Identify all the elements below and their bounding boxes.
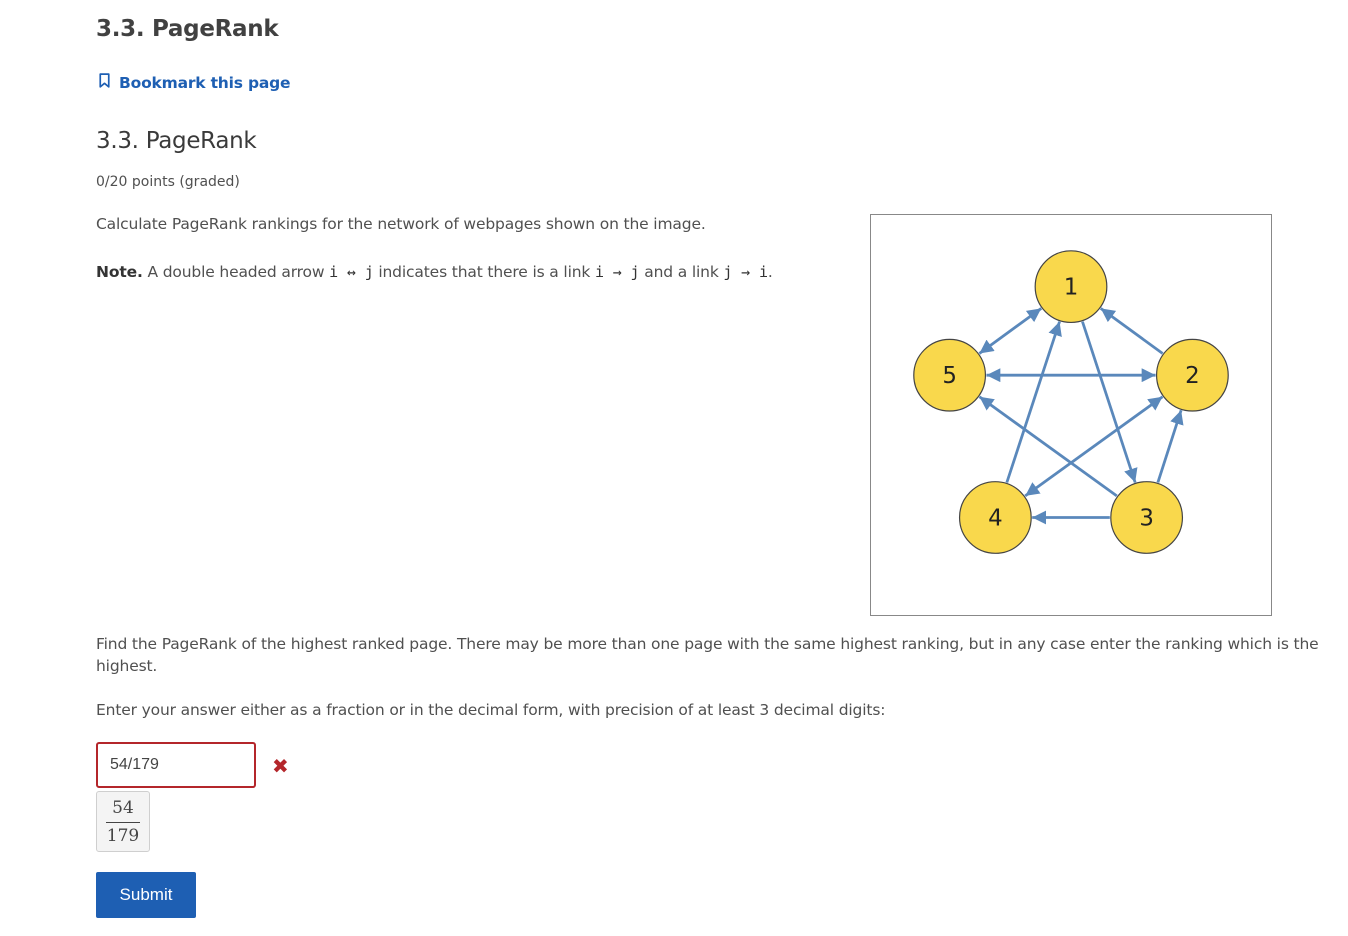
graph-node-label-5: 5 [942,363,957,389]
question-text: Find the PageRank of the highest ranked … [96,635,1319,675]
answer-instruction: Enter your answer either as a fraction o… [96,701,886,719]
math-preview: 54 179 [96,791,150,852]
note-math-3: j → i [723,263,768,281]
graph-node-label-2: 2 [1185,363,1200,389]
graph-node-label-4: 4 [988,505,1003,531]
unit-title: 3.3. PageRank [96,16,279,42]
note-text-4: . [767,263,773,281]
note-label: Note. [96,263,143,281]
points-status: 0/20 points (graded) [96,174,240,190]
submit-button[interactable]: Submit [96,872,196,918]
bookmark-icon [96,72,113,93]
bookmark-button[interactable]: Bookmark this page [96,72,291,93]
note-text-3: and a link [639,263,724,281]
incorrect-x-icon: ✖ [272,754,289,778]
problem-instruction: Calculate PageRank rankings for the netw… [96,215,706,233]
problem-title: 3.3. PageRank [96,128,257,154]
problem-note: Note. A double headed arrow i ↔ j indica… [96,261,773,283]
answer-input[interactable] [96,742,256,788]
note-text-2: indicates that there is a link [373,263,596,281]
edge-3-to-2 [1156,409,1184,483]
graph-node-label-3: 3 [1139,505,1154,531]
preview-denominator: 179 [106,825,140,846]
fraction-bar [106,821,140,823]
network-graph-figure: 1 2 3 4 5 [870,214,1272,616]
preview-numerator: 54 [112,797,134,818]
graph-node-label-1: 1 [1064,275,1079,301]
edge-1-to-3 [1081,321,1138,483]
note-math-1: i ↔ j [329,263,374,281]
bookmark-label: Bookmark this page [119,73,291,92]
note-math-2: i → j [595,263,640,281]
note-text-1: A double headed arrow [142,263,330,281]
edge-2-to-1 [1099,307,1164,355]
edge-1-5-bidirectional [978,307,1043,355]
edge-4-to-1 [1005,321,1062,483]
network-graph: 1 2 3 4 5 [913,250,1229,554]
